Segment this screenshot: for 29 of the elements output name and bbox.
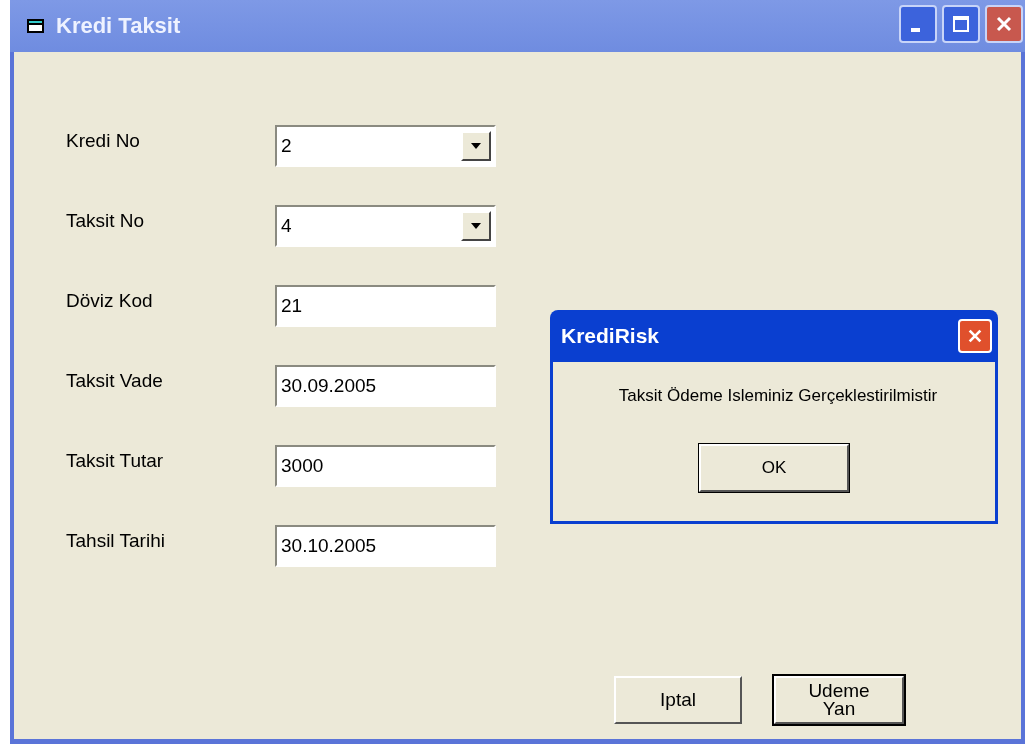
field-label: Taksit Vade (66, 370, 164, 393)
field-label: Taksit No (66, 210, 146, 233)
dropdown-field[interactable]: 2 (275, 125, 496, 167)
minimize-icon (910, 28, 920, 32)
form-button[interactable]: Udeme Yan (774, 676, 904, 724)
field-label: Tahsil Tarihi (66, 530, 166, 553)
input-field[interactable]: 21 (275, 285, 496, 327)
input-field[interactable]: 30.10.2005 (275, 525, 496, 567)
close-button[interactable] (985, 5, 1023, 43)
dialog-message: Taksit Ödeme Isleminiz Gerçeklestirilmistir (617, 386, 938, 406)
dropdown-button[interactable] (461, 211, 491, 241)
input-field[interactable]: 30.09.2005 (275, 365, 496, 407)
form-button[interactable]: Iptal (614, 676, 742, 724)
field-label: Döviz Kod (66, 290, 154, 313)
dropdown-button[interactable] (461, 131, 491, 161)
dropdown-field[interactable]: 4 (275, 205, 496, 247)
dialog-title: KrediRisk (561, 324, 661, 348)
field-label: Taksit Tutar (66, 450, 165, 473)
caret-icon (470, 142, 482, 150)
field-label: Kredi No (66, 130, 141, 153)
input-field[interactable]: 3000 (275, 445, 496, 487)
minimize-button[interactable] (899, 5, 937, 43)
caret-icon (470, 222, 482, 230)
maximize-button[interactable] (942, 5, 980, 43)
close-icon (995, 15, 1013, 33)
close-icon (967, 328, 983, 344)
window-title: Kredi Taksit (56, 13, 182, 39)
maximize-icon (951, 14, 971, 34)
ok-button[interactable]: OK (699, 444, 849, 492)
